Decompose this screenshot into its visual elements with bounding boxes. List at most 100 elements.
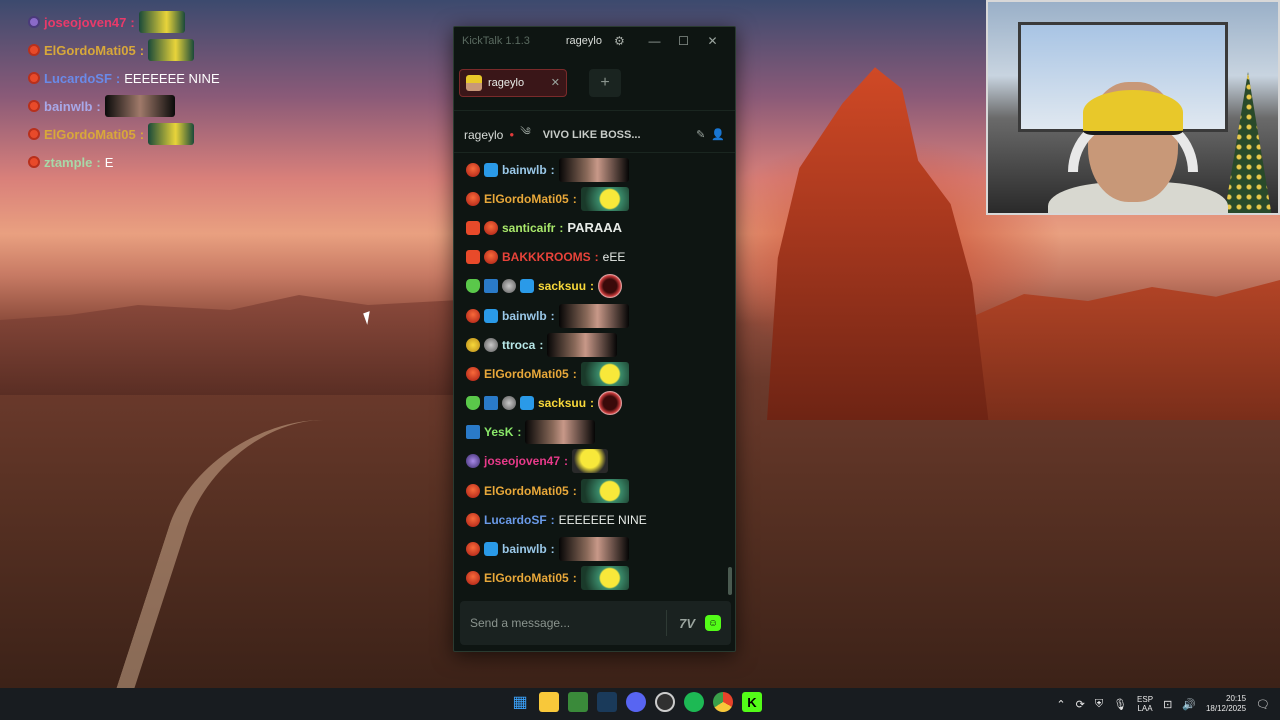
fire-badge-icon — [484, 250, 498, 265]
overlay-colon: : — [130, 14, 135, 30]
webcam-cap — [1083, 90, 1183, 135]
spotify-icon[interactable] — [684, 692, 704, 712]
chat-username[interactable]: ElGordoMati05 — [484, 484, 569, 498]
face-emote[interactable] — [525, 420, 596, 445]
7tv-emote-icon[interactable]: 7V — [679, 616, 695, 631]
gem-badge-icon — [466, 279, 480, 294]
chat-message[interactable]: ztample:E — [466, 593, 737, 599]
pin-icon[interactable]: ✎ — [696, 128, 705, 141]
tab-rageylo[interactable]: rageylo ✕ — [459, 68, 567, 97]
chat-username[interactable]: santicaifr — [502, 221, 555, 235]
purple-badge-icon — [466, 454, 480, 469]
chat-username[interactable]: LucardoSF — [484, 513, 547, 527]
chat-message[interactable]: bainwlb: — [466, 534, 737, 563]
chat-username[interactable]: ElGordoMati05 — [484, 571, 569, 585]
chat-username[interactable]: bainwlb — [502, 163, 547, 177]
chat-message[interactable]: sacksuu: — [466, 389, 737, 418]
chat-colon: : — [517, 425, 522, 440]
chat-username[interactable]: sacksuu — [538, 396, 586, 410]
face-emote[interactable] — [558, 537, 629, 562]
shield-icon[interactable]: ⛨ — [1095, 698, 1103, 711]
avatar — [466, 74, 482, 91]
overlay-colon: : — [139, 42, 145, 58]
chat-username[interactable]: ElGordoMati05 — [484, 367, 569, 381]
chat-username[interactable]: ttroca — [502, 338, 535, 352]
chat-message[interactable]: sacksuu: — [466, 272, 737, 301]
steam-icon[interactable] — [597, 692, 617, 712]
user-icon[interactable]: 👤 — [711, 128, 725, 141]
minimize-icon[interactable]: — — [640, 34, 669, 48]
face-emote[interactable] — [547, 332, 618, 357]
chat-username[interactable]: joseojoven47 — [484, 454, 560, 468]
sub-badge-icon — [466, 250, 480, 265]
face-emote[interactable] — [558, 303, 629, 328]
chat-message[interactable]: ElGordoMati05: — [466, 564, 737, 593]
sub-badge-icon — [466, 220, 480, 235]
fire-badge-icon — [466, 512, 480, 527]
chat-message[interactable]: ElGordoMati05: — [466, 359, 737, 388]
language-indicator[interactable]: ESP LAA — [1137, 695, 1153, 713]
ball-emote[interactable] — [580, 566, 629, 591]
fire-badge-icon — [28, 44, 40, 56]
kick-emote-icon[interactable]: ☺ — [705, 615, 721, 631]
overlay-username: ztample — [44, 154, 93, 170]
ball-emote[interactable] — [580, 478, 629, 503]
purple-badge-icon — [28, 16, 40, 28]
discord-icon[interactable] — [626, 692, 646, 712]
minecraft-icon[interactable] — [568, 692, 588, 712]
input-divider — [666, 610, 668, 636]
stream-title: VIVO LIKE BOSS... — [542, 128, 641, 141]
close-icon[interactable]: ✕ — [698, 34, 727, 48]
overlay-colon: : — [139, 126, 145, 142]
windows-start-icon[interactable]: ▦ — [510, 692, 530, 712]
obs-icon[interactable] — [655, 692, 675, 712]
fire-badge-icon — [466, 542, 480, 557]
chat-message[interactable]: LucardoSF: EEEEEEE NINE — [466, 505, 737, 534]
tab-close-icon[interactable]: ✕ — [551, 76, 560, 89]
chat-message[interactable]: ElGordoMati05: — [466, 184, 737, 213]
chat-message[interactable]: BAKKKROOMS: eEE — [466, 243, 737, 272]
file-explorer-icon[interactable] — [539, 692, 559, 712]
network-icon[interactable]: ⊡ — [1163, 698, 1172, 711]
kick-icon[interactable]: K — [742, 692, 762, 712]
chat-username[interactable]: sacksuu — [538, 279, 586, 293]
microphone-icon[interactable]: 🎙 — [1113, 698, 1127, 711]
maximize-icon[interactable]: ☐ — [669, 34, 698, 48]
chat-username[interactable]: bainwlb — [502, 309, 547, 323]
message-input[interactable] — [470, 616, 655, 630]
chat-message[interactable]: ttroca: — [466, 330, 737, 359]
chat-message-list[interactable]: bainwlb: ElGordoMati05: santicaifr: PARAAA B… — [454, 155, 737, 599]
gold-badge-icon — [466, 337, 480, 352]
clock[interactable]: 20:15 18/12/2025 — [1206, 694, 1246, 714]
chat-username[interactable]: YesK — [484, 425, 513, 439]
chat-message[interactable]: bainwlb: — [466, 301, 737, 330]
minion-emote[interactable] — [572, 449, 609, 474]
current-user-button[interactable]: rageylo — [560, 33, 608, 49]
red-emote[interactable] — [598, 391, 623, 416]
chevron-up-icon[interactable]: ⌃ — [1056, 698, 1065, 711]
live-indicator-icon: ● — [509, 130, 515, 139]
chat-message[interactable]: santicaifr: PARAAA — [466, 213, 737, 242]
chat-scrollbar[interactable] — [728, 567, 732, 595]
chat-colon: : — [590, 279, 595, 294]
chrome-icon[interactable] — [713, 692, 733, 712]
add-tab-button[interactable]: + — [589, 68, 621, 97]
notification-icon[interactable]: 🗨 — [1256, 698, 1270, 711]
face-emote[interactable] — [558, 157, 629, 182]
chat-message[interactable]: ElGordoMati05: — [466, 476, 737, 505]
gear-icon[interactable]: ⚙ — [614, 34, 625, 48]
chat-message[interactable]: joseojoven47: — [466, 447, 737, 476]
chat-username[interactable]: bainwlb — [502, 542, 547, 556]
ball-emote[interactable] — [580, 361, 629, 386]
webcam-feed — [986, 0, 1280, 215]
chat-message[interactable]: bainwlb: — [466, 155, 737, 184]
chat-username[interactable]: BAKKKROOMS — [502, 250, 591, 264]
fire-badge-icon — [466, 483, 480, 498]
kicktalk-titlebar[interactable]: KickTalk 1.1.3 rageylo ⚙ — ☐ ✕ — [454, 27, 735, 55]
red-emote[interactable] — [598, 274, 623, 299]
sync-icon[interactable]: ⟳ — [1076, 698, 1085, 711]
volume-icon[interactable]: 🔊 — [1182, 698, 1196, 711]
chat-username[interactable]: ElGordoMati05 — [484, 192, 569, 206]
ball-emote[interactable] — [580, 186, 629, 211]
chat-message[interactable]: YesK: — [466, 418, 737, 447]
